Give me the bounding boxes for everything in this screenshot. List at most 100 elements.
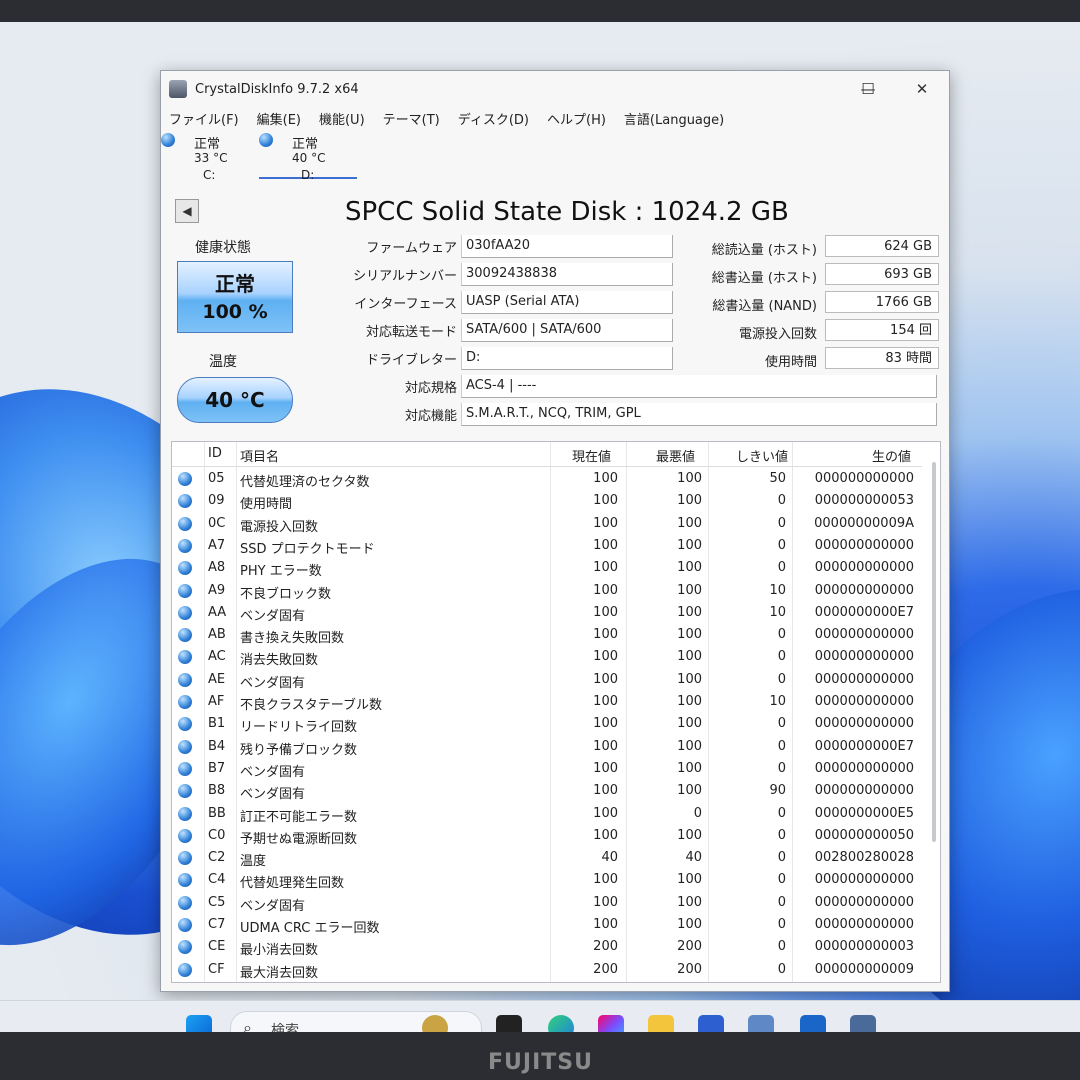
disk-tab-c[interactable]: 正常 33 °C C: — [161, 129, 259, 182]
smart-row[interactable]: C4 代替処理発生回数 100 100 0 000000000000 — [172, 869, 922, 891]
menu-file[interactable]: ファイル(F) — [167, 109, 241, 128]
maximize-button[interactable]: ☐ — [841, 71, 895, 107]
smart-cell-current: 100 — [593, 560, 618, 576]
smart-cell-threshold: 0 — [777, 850, 786, 866]
smart-row[interactable]: A9 不良ブロック数 100 100 10 000000000000 — [172, 580, 922, 602]
header-raw[interactable]: 生の値 — [872, 446, 911, 465]
crystaldiskinfo-taskbar-icon[interactable] — [850, 1015, 876, 1032]
smart-cell-id: AB — [208, 627, 226, 643]
smart-cell-raw: 000000000000 — [814, 560, 914, 576]
edge-icon[interactable] — [548, 1015, 574, 1032]
features-row: 対応機能 — [309, 405, 457, 429]
file-explorer-icon[interactable] — [648, 1015, 674, 1032]
smart-row[interactable]: B8 ベンダ固有 100 100 90 000000000000 — [172, 780, 922, 802]
menu-theme[interactable]: テーマ(T) — [381, 109, 442, 128]
standard-value: ACS-4 | ---- — [461, 375, 937, 398]
smart-row[interactable]: AA ベンダ固有 100 100 10 0000000000E7 — [172, 602, 922, 624]
smart-cell-worst: 100 — [677, 604, 702, 620]
smart-cell-worst: 100 — [677, 783, 702, 799]
smart-cell-name: 予期せぬ電源断回数 — [240, 831, 358, 847]
smart-cell-raw: 0000000000E5 — [814, 805, 914, 821]
smart-row[interactable]: B7 ベンダ固有 100 100 0 000000000000 — [172, 758, 922, 780]
smart-cell-worst: 100 — [677, 560, 702, 576]
menu-language[interactable]: 言語(Language) — [622, 109, 726, 128]
previous-disk-button[interactable]: ◀ — [175, 199, 199, 223]
header-worst[interactable]: 最悪値 — [656, 446, 695, 465]
disk-tab-d[interactable]: 正常 40 °C D: — [259, 129, 357, 182]
smart-row[interactable]: BB 訂正不可能エラー数 100 0 0 0000000000E5 — [172, 803, 922, 825]
firmware-label: ファームウェア — [366, 241, 457, 256]
menu-edit[interactable]: 編集(E) — [255, 109, 303, 128]
store-icon[interactable] — [698, 1015, 724, 1032]
interface-label: インターフェース — [354, 297, 457, 312]
smart-row[interactable]: AC 消去失敗回数 100 100 0 000000000000 — [172, 646, 922, 668]
status-dot-icon — [178, 784, 192, 799]
header-current[interactable]: 現在値 — [572, 446, 611, 465]
interface-row: インターフェース — [309, 293, 457, 317]
smart-cell-worst: 100 — [677, 537, 702, 553]
smart-row[interactable]: 05 代替処理済のセクタ数 100 100 50 000000000000 — [172, 468, 922, 490]
title-bar[interactable]: CrystalDiskInfo 9.7.2 x64 — ☐ ✕ — [161, 71, 949, 107]
smart-cell-name: 書き換え失敗回数 — [240, 631, 345, 647]
start-icon[interactable] — [186, 1015, 212, 1032]
search-icon: ⌕ — [243, 1018, 252, 1032]
scrollbar[interactable] — [932, 462, 936, 842]
smart-row[interactable]: B1 リードリトライ回数 100 100 0 000000000000 — [172, 713, 922, 735]
smart-cell-raw: 0000000000E7 — [814, 738, 914, 754]
smart-cell-worst: 0 — [693, 805, 702, 821]
menu-function[interactable]: 機能(U) — [317, 109, 367, 128]
drive-letter-row: ドライブレター — [309, 349, 457, 373]
smart-row[interactable]: C0 予期せぬ電源断回数 100 100 0 000000000050 — [172, 825, 922, 847]
smart-cell-worst: 100 — [677, 917, 702, 932]
status-dot-icon — [178, 873, 192, 888]
health-status-badge[interactable]: 正常 100 % — [177, 261, 293, 333]
smart-row[interactable]: 0C 電源投入回数 100 100 0 00000000009A — [172, 513, 922, 535]
smart-cell-worst: 100 — [677, 515, 702, 531]
smart-cell-threshold: 0 — [777, 894, 786, 910]
smart-cell-threshold: 0 — [777, 560, 786, 576]
menu-help[interactable]: ヘルプ(H) — [545, 109, 608, 128]
smart-cell-raw: 000000000000 — [814, 917, 914, 932]
smart-row[interactable]: B4 残り予備ブロック数 100 100 0 0000000000E7 — [172, 736, 922, 758]
app-icon[interactable] — [748, 1015, 774, 1032]
smart-row[interactable]: 09 使用時間 100 100 0 000000000053 — [172, 490, 922, 512]
close-button[interactable]: ✕ — [895, 71, 949, 107]
disk-tab-status: 正常 — [292, 137, 319, 152]
smart-row[interactable]: AE ベンダ固有 100 100 0 000000000000 — [172, 669, 922, 691]
task-view-icon[interactable] — [496, 1015, 522, 1032]
smart-cell-current: 100 — [593, 738, 618, 754]
smart-row[interactable]: C5 ベンダ固有 100 100 0 000000000000 — [172, 892, 922, 914]
drive-letter-label: ドライブレター — [365, 353, 457, 368]
smart-row[interactable]: AF 不良クラスタテーブル数 100 100 10 000000000000 — [172, 691, 922, 713]
smart-row[interactable]: A7 SSD プロテクトモード 100 100 0 000000000000 — [172, 535, 922, 557]
smart-cell-raw: 000000000009 — [814, 961, 914, 977]
transfer-mode-value: SATA/600 | SATA/600 — [461, 319, 673, 342]
menu-disk[interactable]: ディスク(D) — [456, 109, 531, 128]
smart-row[interactable]: C7 UDMA CRC エラー回数 100 100 0 000000000000 — [172, 914, 922, 936]
disk-tab-drive: C: — [203, 168, 216, 182]
outlook-icon[interactable] — [800, 1015, 826, 1032]
smart-row[interactable]: CE 最小消去回数 200 200 0 000000000003 — [172, 936, 922, 958]
smart-cell-id: B8 — [208, 783, 226, 799]
window-title: CrystalDiskInfo 9.7.2 x64 — [195, 81, 359, 97]
smart-cell-name: ベンダ固有 — [240, 787, 306, 803]
smart-cell-threshold: 0 — [777, 716, 786, 732]
smart-row[interactable]: A8 PHY エラー数 100 100 0 000000000000 — [172, 557, 922, 579]
smart-cell-threshold: 10 — [769, 604, 786, 620]
smart-cell-current: 100 — [593, 627, 618, 643]
smart-cell-current: 100 — [593, 716, 618, 732]
temperature-badge[interactable]: 40 °C — [177, 377, 293, 423]
smart-row[interactable]: AB 書き換え失敗回数 100 100 0 000000000000 — [172, 624, 922, 646]
smart-cell-worst: 100 — [677, 582, 702, 598]
smart-cell-threshold: 0 — [777, 738, 786, 754]
power-on-count-value: 154 回 — [825, 319, 939, 341]
smart-table[interactable]: ID 項目名 現在値 最悪値 しきい値 生の値 05 代替処理済のセクタ数 100 1… — [171, 441, 941, 983]
smart-cell-id: 0C — [208, 515, 226, 531]
serial-row: シリアルナンバー — [309, 265, 457, 289]
header-id[interactable]: ID — [208, 446, 222, 461]
copilot-icon[interactable] — [598, 1015, 624, 1032]
smart-row[interactable]: CF 最大消去回数 200 200 0 000000000009 — [172, 959, 922, 981]
header-name[interactable]: 項目名 — [240, 446, 279, 465]
header-threshold[interactable]: しきい値 — [736, 446, 788, 465]
smart-row[interactable]: C2 温度 40 40 0 002800280028 — [172, 847, 922, 869]
